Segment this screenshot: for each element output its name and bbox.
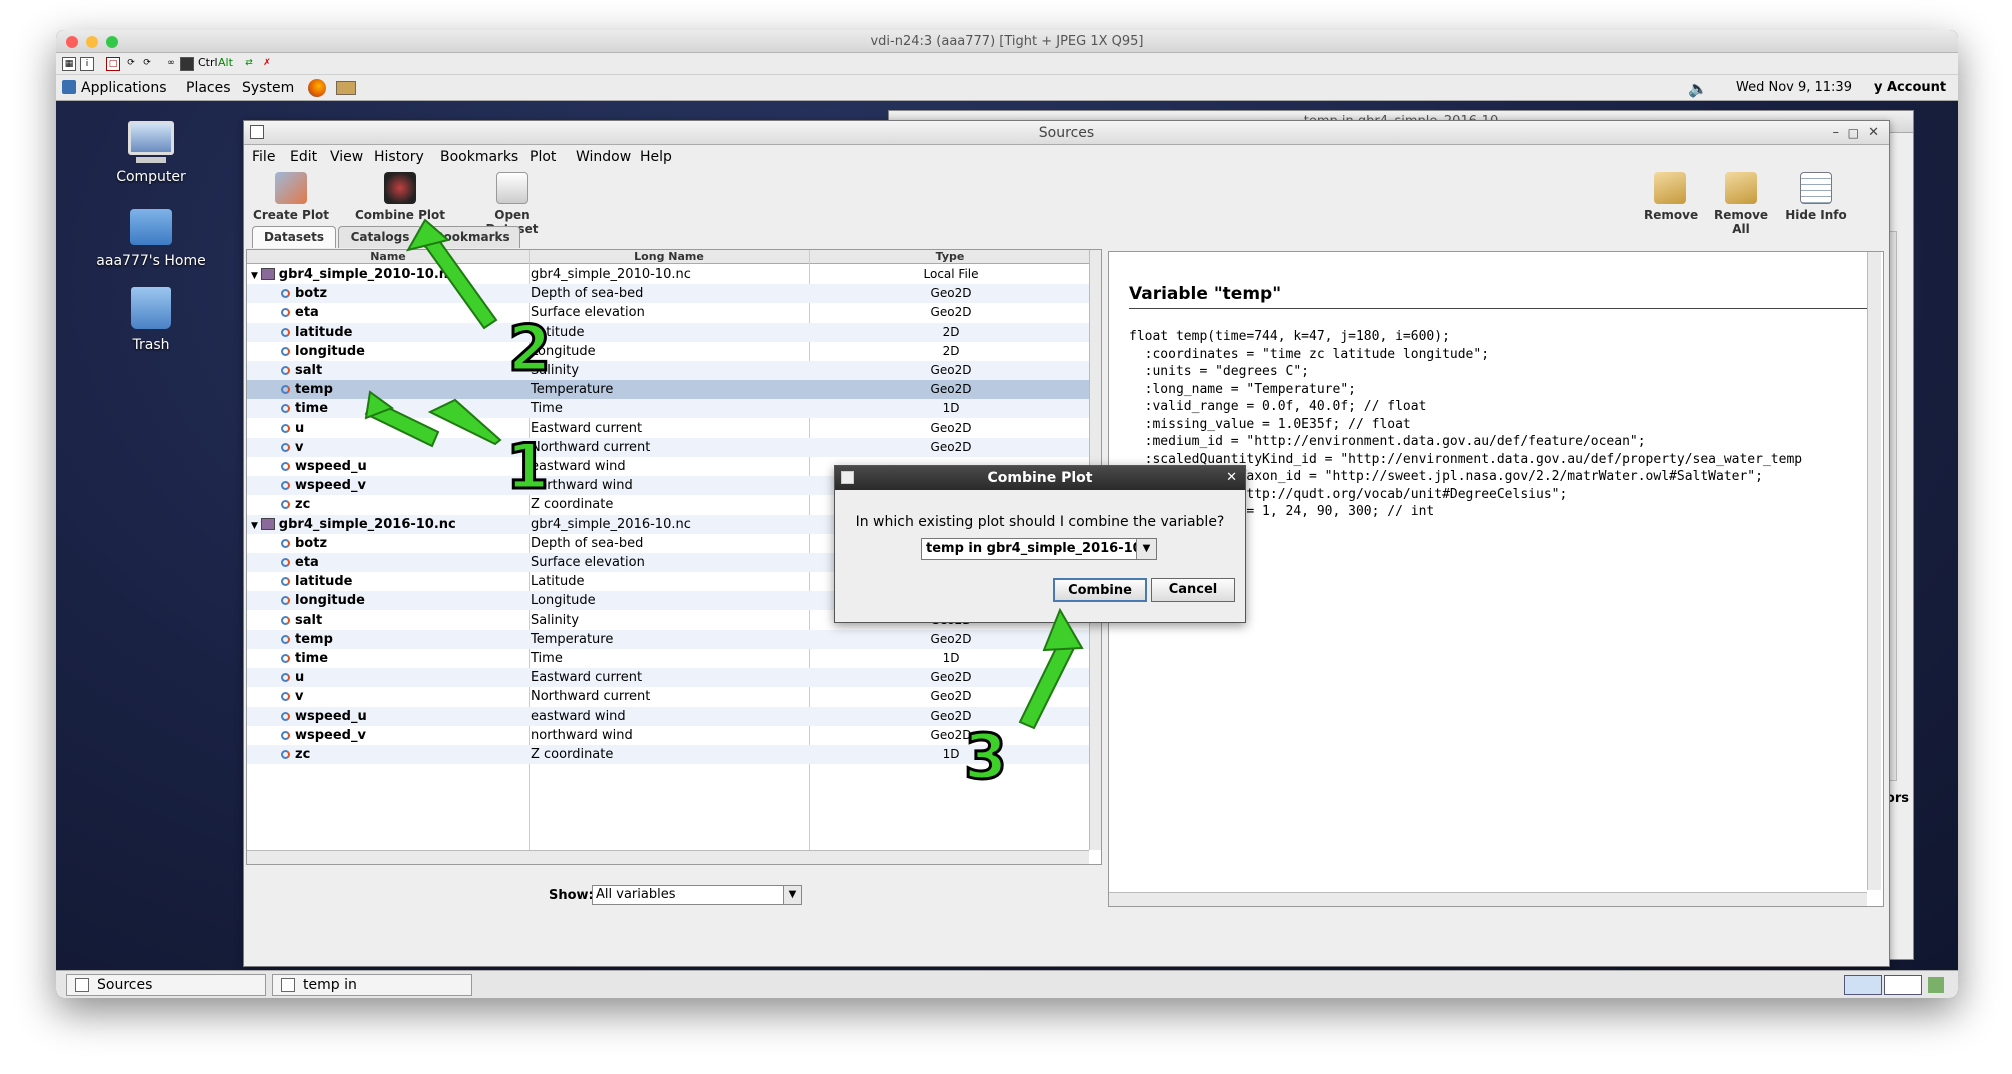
screenshot-stage: vdi-n24:3 (aaa777) [Tight + JPEG 1X Q95]… bbox=[0, 0, 2012, 1074]
annotation-arrow-1 bbox=[364, 390, 502, 448]
annotation-overlay: 2 1 3 bbox=[364, 218, 1084, 795]
annotation-arrow-3 bbox=[1018, 607, 1084, 730]
annotation-arrow-2 bbox=[405, 218, 498, 330]
annotation-number-3: 3 bbox=[964, 720, 1007, 793]
annotation-number-1: 1 bbox=[506, 430, 549, 503]
annotation-number-2: 2 bbox=[508, 312, 551, 385]
